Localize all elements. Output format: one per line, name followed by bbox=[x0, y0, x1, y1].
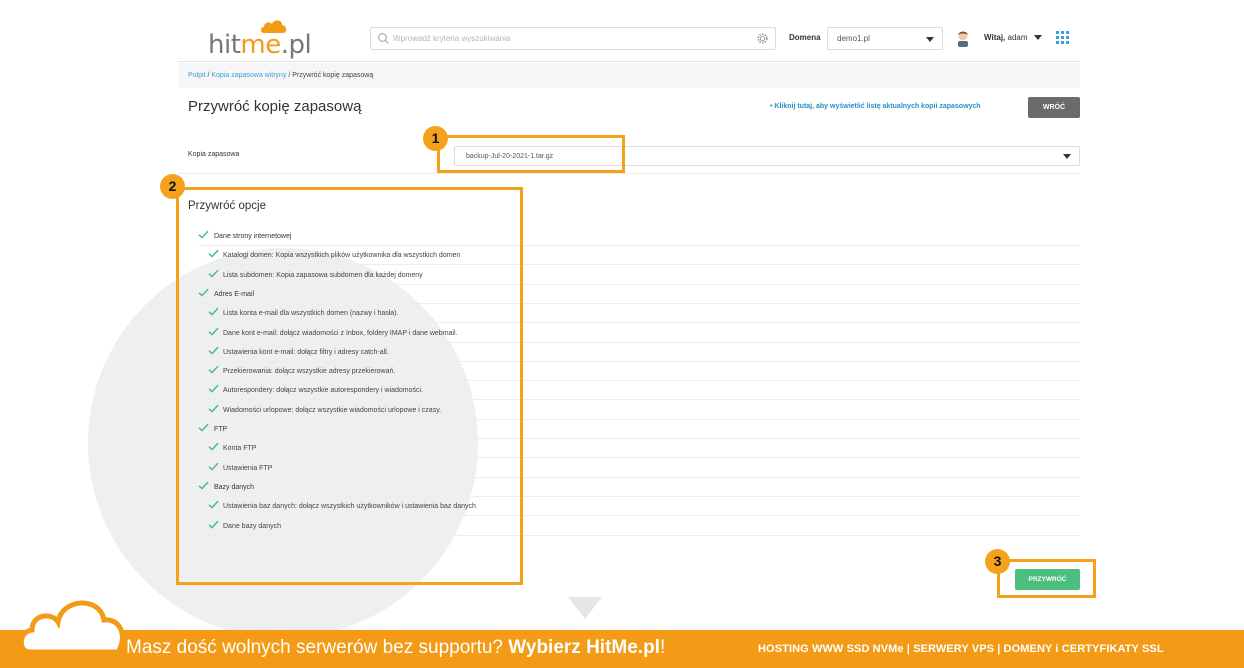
back-button[interactable]: WRÓĆ bbox=[1028, 97, 1080, 118]
avatar-icon[interactable] bbox=[955, 29, 971, 47]
user-menu-chevron-icon[interactable] bbox=[1034, 35, 1042, 40]
search-input[interactable] bbox=[393, 30, 733, 47]
logo-text: hitme.pl bbox=[208, 30, 312, 60]
chevron-down-icon bbox=[1063, 154, 1071, 159]
breadcrumb-link-backup[interactable]: Kopia zapasowa witryny bbox=[211, 72, 286, 79]
domain-value: demo1.pl bbox=[837, 34, 870, 43]
backup-label: Kopia zapasowa bbox=[188, 151, 240, 158]
breadcrumb-link-dashboard[interactable]: Pulpit bbox=[188, 72, 206, 79]
page-title: Przywróć kopię zapasową bbox=[188, 98, 362, 115]
promo-text: Masz dość wolnych serwerów bez supportu?… bbox=[126, 637, 666, 658]
backup-list-link[interactable]: • Kliknij tutaj, aby wyświetlić listę ak… bbox=[770, 103, 981, 110]
domain-label: Domena bbox=[789, 33, 821, 42]
highlight-box-2 bbox=[176, 187, 523, 585]
domain-select[interactable]: demo1.pl bbox=[827, 27, 943, 50]
search-icon bbox=[378, 33, 389, 44]
step-badge-2: 2 bbox=[160, 174, 185, 199]
breadcrumb-current: Przywróć kopię zapasową bbox=[292, 72, 374, 79]
backup-row: Kopia zapasowa backup-Jul-20-2021-1.tar.… bbox=[178, 132, 1080, 174]
breadcrumb: Pulpit / Kopia zapasowa witryny / Przywr… bbox=[178, 63, 1080, 88]
highlight-box-1 bbox=[437, 135, 625, 173]
user-greeting[interactable]: Witaj, adam bbox=[984, 33, 1028, 42]
services-text: HOSTING WWW SSD NVMe | SERWERY VPS | DOM… bbox=[758, 643, 1164, 655]
step-badge-1: 1 bbox=[423, 126, 448, 151]
header: hitme.pl Domena demo1.pl Witaj, adam bbox=[178, 0, 1080, 62]
highlight-box-3 bbox=[997, 559, 1096, 598]
cloud-icon bbox=[18, 600, 125, 654]
search-box[interactable] bbox=[370, 27, 776, 50]
step-badge-3: 3 bbox=[985, 549, 1010, 574]
chevron-down-icon bbox=[926, 37, 934, 42]
apps-grid-icon[interactable] bbox=[1056, 31, 1069, 44]
gear-icon[interactable] bbox=[756, 32, 769, 45]
